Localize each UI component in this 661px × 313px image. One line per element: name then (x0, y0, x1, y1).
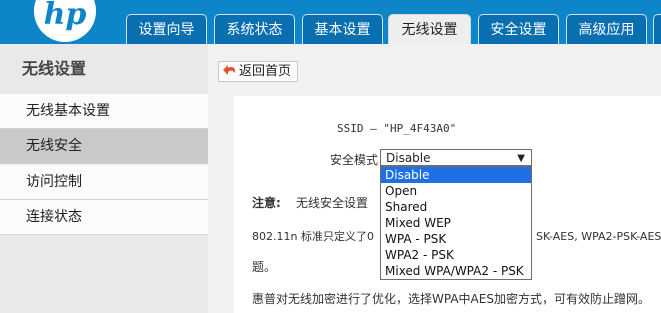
logo-text: hp (44, 0, 87, 32)
note-label: 注意: (252, 196, 281, 210)
hp-logo: hp (34, 0, 96, 42)
toolbar: 返回首页 (208, 44, 661, 90)
option-mixed-wpa-wpa2-psk[interactable]: Mixed WPA/WPA2 - PSK (381, 263, 531, 279)
header-bar: hp 设置向导 系统状态 基本设置 无线设置 安全设置 高级应用 (0, 0, 661, 45)
sidebar-item-access-control[interactable]: 访问控制 (0, 165, 208, 200)
sidebar-item-wireless-basic[interactable]: 无线基本设置 (0, 94, 208, 129)
sidebar-item-wireless-security[interactable]: 无线安全 (0, 129, 208, 164)
security-mode-options: Disable Open Shared Mixed WEP WPA - PSK … (380, 166, 532, 280)
sidebar-title: 无线设置 (0, 44, 208, 94)
option-open[interactable]: Open (381, 183, 531, 199)
security-mode-value: Disable (386, 151, 431, 165)
wireless-security-panel: SSID — "HP_4F43A0" 安全模式 Disable ▼ Disabl… (234, 96, 661, 313)
note-line-3: 惠普对无线加密进行了优化，选择WPA中AES加密方式，可有效防止蹭网。 (252, 292, 650, 306)
tab-overflow[interactable] (653, 14, 661, 44)
back-arrow-icon (223, 64, 236, 83)
content-area: SSID — "HP_4F43A0" 安全模式 Disable ▼ Disabl… (208, 90, 661, 313)
tab-system-status[interactable]: 系统状态 (214, 14, 295, 44)
tab-advanced[interactable]: 高级应用 (566, 14, 647, 44)
tab-wireless-settings[interactable]: 无线设置 (388, 14, 471, 45)
option-shared[interactable]: Shared (381, 199, 531, 215)
note-line-1-start: 802.11n 标准只定义了0 (252, 230, 374, 243)
option-wpa-psk[interactable]: WPA - PSK (381, 231, 531, 247)
note-line-2: 题。 (252, 260, 277, 274)
option-wpa2-psk[interactable]: WPA2 - PSK (381, 247, 531, 263)
note-line-1-end: SK-AES, WPA2-PSK-AES这 (536, 230, 661, 243)
option-disable[interactable]: Disable (381, 167, 531, 183)
tab-setup-wizard[interactable]: 设置向导 (126, 14, 207, 44)
tab-security-settings[interactable]: 安全设置 (478, 14, 559, 44)
back-home-label: 返回首页 (239, 64, 292, 79)
option-mixed-wep[interactable]: Mixed WEP (381, 215, 531, 231)
dropdown-arrow-icon: ▼ (517, 153, 525, 164)
sidebar: 无线设置 无线基本设置 无线安全 访问控制 连接状态 (0, 44, 208, 313)
back-home-button[interactable]: 返回首页 (218, 61, 299, 83)
ssid-line: SSID — "HP_4F43A0" (337, 122, 457, 135)
tab-basic-settings[interactable]: 基本设置 (302, 14, 383, 44)
security-mode-select[interactable]: Disable ▼ (380, 149, 532, 166)
sidebar-item-connection-status[interactable]: 连接状态 (0, 200, 208, 235)
security-mode-label: 安全模式 (330, 153, 379, 167)
note-text: 无线安全设置 (296, 196, 369, 210)
